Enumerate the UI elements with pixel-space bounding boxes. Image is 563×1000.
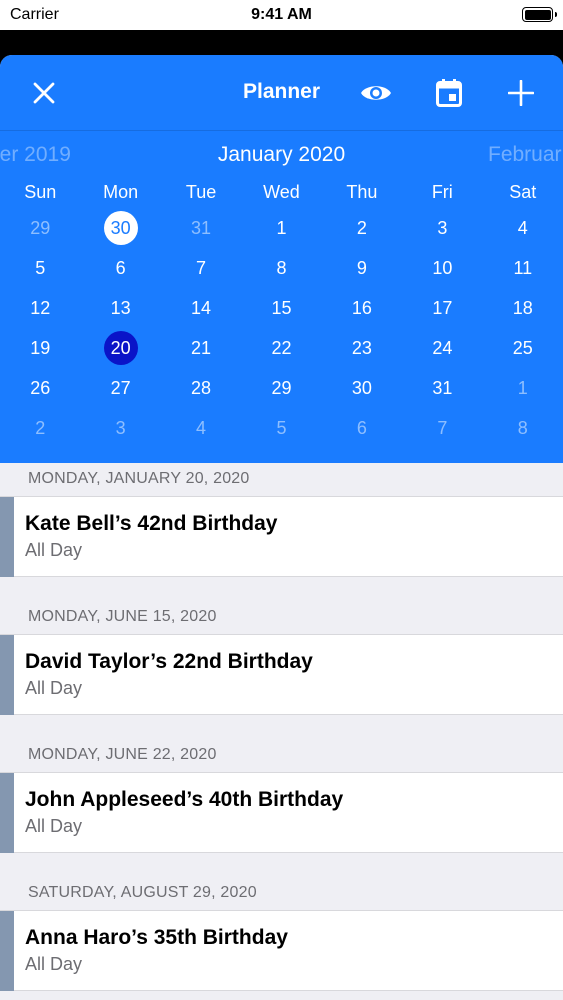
- event-time: All Day: [25, 816, 83, 836]
- status-bar: Carrier 9:41 AM: [0, 0, 563, 30]
- calendar-day[interactable]: 29: [23, 211, 57, 245]
- weekday-label: Mon: [103, 182, 139, 202]
- calendar-day[interactable]: 5: [23, 251, 57, 285]
- plus-icon: [508, 80, 534, 106]
- calendar-day[interactable]: 16: [345, 291, 379, 325]
- calendar-day[interactable]: 19: [23, 331, 57, 365]
- calendar-day[interactable]: 14: [184, 291, 218, 325]
- close-icon: [33, 82, 55, 104]
- weekday-label: Fri: [431, 182, 453, 202]
- weekday-label: Sun: [24, 182, 57, 202]
- weekday-label: Tue: [185, 182, 217, 202]
- eye-icon: [361, 86, 391, 100]
- calendar-day[interactable]: 6: [104, 251, 138, 285]
- calendar-day[interactable]: 5: [265, 411, 299, 445]
- calendar-day[interactable]: 11: [506, 251, 540, 285]
- event-row[interactable]: John Appleseed’s 40th Birthday All Day: [0, 773, 563, 853]
- planner-sheet: Planner er 2019 January 2020 Februar Sun…: [0, 55, 563, 1000]
- calendar-day[interactable]: 9: [345, 251, 379, 285]
- calendar-day[interactable]: 4: [506, 211, 540, 245]
- event-color-bar: [0, 497, 14, 577]
- event-time: All Day: [25, 954, 83, 974]
- calendar-day[interactable]: 7: [184, 251, 218, 285]
- calendar-day[interactable]: 26: [23, 371, 57, 405]
- event-row[interactable]: Kate Bell’s 42nd Birthday All Day: [0, 497, 563, 577]
- calendar-day[interactable]: 10: [425, 251, 459, 285]
- weekday-header: Sun Mon Tue Wed Thu Fri Sat: [0, 182, 563, 206]
- calendar-day[interactable]: 6: [345, 411, 379, 445]
- visibility-button[interactable]: [356, 73, 396, 113]
- month-scroller[interactable]: ber 2019 January 2020 Februar: [0, 143, 563, 173]
- calendar-day[interactable]: 2: [345, 211, 379, 245]
- event-title: Anna Haro’s 35th Birthday: [25, 926, 288, 949]
- current-month-label: January 2020: [217, 143, 346, 166]
- event-time: All Day: [25, 678, 83, 698]
- calendar-day[interactable]: 27: [104, 371, 138, 405]
- add-button[interactable]: [501, 73, 541, 113]
- calendar-day[interactable]: 22: [265, 331, 299, 365]
- event-title: Kate Bell’s 42nd Birthday: [25, 512, 278, 535]
- next-month-label[interactable]: Februar: [488, 143, 562, 167]
- weekday-label: Sat: [509, 182, 537, 202]
- calendar-day[interactable]: 25: [506, 331, 540, 365]
- calendar-day[interactable]: 23: [345, 331, 379, 365]
- calendar-day[interactable]: 4: [184, 411, 218, 445]
- calendar-day[interactable]: 21: [184, 331, 218, 365]
- calendar-day[interactable]: 18: [506, 291, 540, 325]
- calendar-day[interactable]: 8: [265, 251, 299, 285]
- calendar-day[interactable]: 24: [425, 331, 459, 365]
- calendar-day[interactable]: 29: [265, 371, 299, 405]
- event-row[interactable]: David Taylor’s 22nd Birthday All Day: [0, 635, 563, 715]
- section-date: MONDAY, JUNE 22, 2020: [28, 746, 217, 763]
- calendar-header: Planner er 2019 January 2020 Februar Sun…: [0, 55, 563, 463]
- section-header: MONDAY, JUNE 15, 2020: [0, 601, 563, 635]
- calendar-day[interactable]: 30: [103, 211, 138, 245]
- calendar-day[interactable]: 30: [345, 371, 379, 405]
- status-time: 9:41 AM: [251, 6, 312, 23]
- battery-icon: [522, 7, 557, 22]
- weekday-label: Wed: [263, 182, 300, 202]
- calendar-day[interactable]: 7: [425, 411, 459, 445]
- calendar-day[interactable]: 3: [425, 211, 459, 245]
- section-header: MONDAY, JUNE 22, 2020: [0, 739, 563, 773]
- calendar-day[interactable]: 1: [506, 371, 540, 405]
- calendar-day[interactable]: 3: [104, 411, 138, 445]
- event-row[interactable]: Anna Haro’s 35th Birthday All Day: [0, 911, 563, 991]
- weekday-label: Thu: [346, 182, 378, 202]
- calendar-day[interactable]: 17: [425, 291, 459, 325]
- event-title: John Appleseed’s 40th Birthday: [25, 788, 344, 811]
- page-title: Planner: [242, 80, 321, 103]
- section-date: MONDAY, JUNE 15, 2020: [28, 608, 217, 625]
- calendar-day[interactable]: 2: [23, 411, 57, 445]
- event-color-bar: [0, 911, 14, 991]
- section-date: SATURDAY, AUGUST 29, 2020: [28, 884, 257, 901]
- event-time: All Day: [25, 540, 83, 560]
- section-header: SATURDAY, AUGUST 29, 2020: [0, 877, 563, 911]
- calendar-day[interactable]: 20: [103, 331, 138, 365]
- calendar-day[interactable]: 15: [265, 291, 299, 325]
- calendar-day[interactable]: 1: [265, 211, 299, 245]
- section-date: MONDAY, JANUARY 20, 2020: [28, 470, 250, 487]
- calendar-icon: [436, 79, 462, 107]
- section-header: MONDAY, JANUARY 20, 2020: [0, 463, 563, 497]
- calendar-day[interactable]: 28: [184, 371, 218, 405]
- event-title: David Taylor’s 22nd Birthday: [25, 650, 313, 673]
- calendar-day[interactable]: 13: [104, 291, 138, 325]
- event-color-bar: [0, 773, 14, 853]
- close-button[interactable]: [24, 73, 64, 113]
- calendar-button[interactable]: [429, 73, 469, 113]
- navigation-bar: Planner: [0, 55, 563, 131]
- calendar-day[interactable]: 31: [184, 211, 218, 245]
- calendar-day[interactable]: 8: [506, 411, 540, 445]
- event-color-bar: [0, 635, 14, 715]
- calendar-day[interactable]: 31: [425, 371, 459, 405]
- calendar-day[interactable]: 12: [23, 291, 57, 325]
